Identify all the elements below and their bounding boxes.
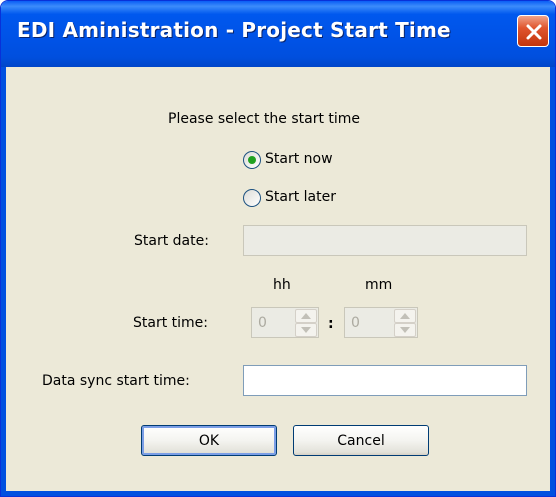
time-separator: : — [328, 316, 334, 332]
up-arrow-icon — [301, 313, 311, 319]
minutes-down-button[interactable] — [394, 323, 416, 337]
ok-button[interactable]: OK — [141, 425, 277, 456]
minutes-spinner[interactable]: 0 — [344, 307, 418, 338]
window-title: EDI Aministration - Project Start Time — [17, 18, 451, 42]
down-arrow-icon — [301, 327, 311, 333]
dialog-body: Please select the start time Start now S… — [6, 67, 550, 491]
minutes-value: 0 — [351, 315, 360, 331]
hours-value: 0 — [258, 315, 267, 331]
up-arrow-icon — [400, 313, 410, 319]
start-now-radio[interactable] — [243, 151, 261, 169]
minutes-up-button[interactable] — [394, 309, 416, 323]
start-date-field[interactable] — [243, 225, 527, 256]
down-arrow-icon — [400, 327, 410, 333]
dialog-window: EDI Aministration - Project Start Time P… — [0, 0, 556, 497]
close-button[interactable] — [517, 15, 549, 47]
hours-spinner[interactable]: 0 — [251, 307, 319, 338]
cancel-button[interactable]: Cancel — [293, 425, 429, 456]
window-frame-bottom — [1, 491, 555, 496]
start-later-label[interactable]: Start later — [265, 189, 336, 205]
prompt-text: Please select the start time — [168, 111, 361, 127]
hours-header: hh — [273, 277, 291, 293]
data-sync-field[interactable] — [243, 365, 527, 396]
data-sync-label: Data sync start time: — [42, 373, 190, 389]
start-later-radio[interactable] — [243, 189, 261, 207]
start-time-label: Start time: — [133, 315, 208, 331]
title-bar[interactable]: EDI Aministration - Project Start Time — [1, 1, 555, 67]
radio-selected-dot — [248, 156, 256, 164]
start-date-label: Start date: — [134, 233, 209, 249]
hours-down-button[interactable] — [295, 323, 317, 337]
close-icon — [526, 24, 542, 40]
start-now-label[interactable]: Start now — [265, 151, 333, 167]
minutes-header: mm — [365, 277, 393, 293]
window-frame-right — [550, 67, 555, 496]
hours-up-button[interactable] — [295, 309, 317, 323]
